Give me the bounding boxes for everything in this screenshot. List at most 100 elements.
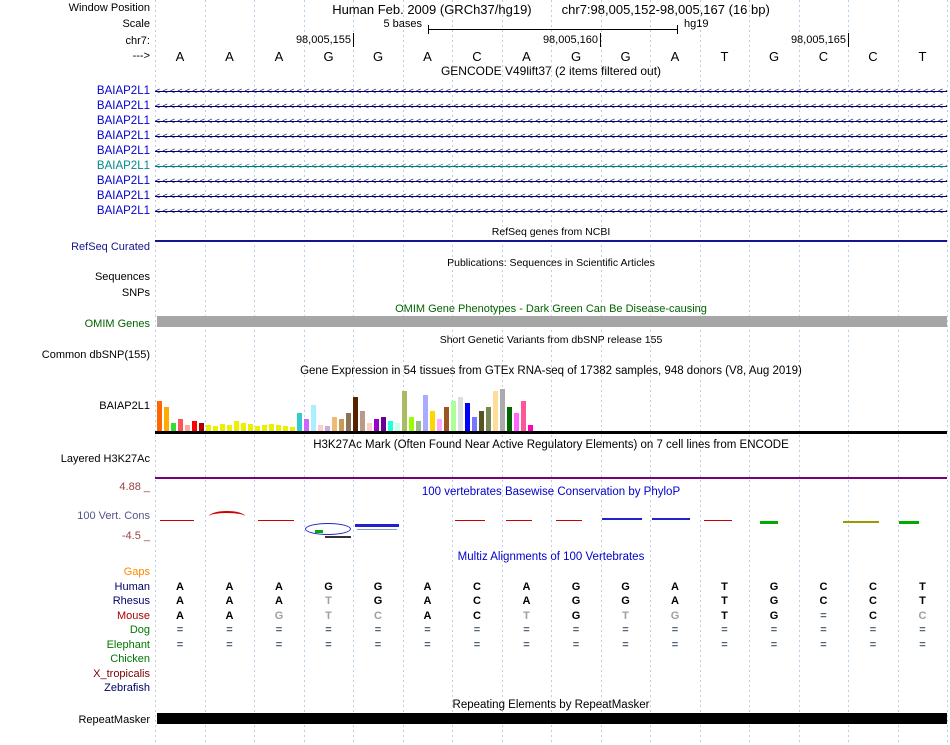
species-label-gaps[interactable]: Gaps [124, 566, 150, 578]
gene-transcript-label[interactable]: BAIAP2L1 [97, 205, 150, 217]
gene-transcript-arrows[interactable]: <<<<<<<<<<<<<<<<<<<<<<<<<<<<<<<<<<<<<<<<… [155, 145, 947, 158]
gtex-expression-bar[interactable] [521, 401, 526, 431]
gtex-expression-bar[interactable] [381, 417, 386, 431]
alignment-base: = [374, 638, 382, 651]
gtex-expression-bar[interactable] [514, 413, 519, 431]
gtex-expression-bar[interactable] [192, 421, 197, 431]
gtex-expression-bar[interactable] [451, 401, 456, 431]
gene-transcript-arrows[interactable]: <<<<<<<<<<<<<<<<<<<<<<<<<<<<<<<<<<<<<<<<… [155, 100, 947, 113]
gtex-expression-bar[interactable] [374, 419, 379, 431]
gtex-expression-bar[interactable] [248, 424, 253, 431]
gene-transcript-arrows[interactable]: <<<<<<<<<<<<<<<<<<<<<<<<<<<<<<<<<<<<<<<<… [155, 190, 947, 203]
gene-transcript-label[interactable]: BAIAP2L1 [97, 85, 150, 97]
gene-transcript-label[interactable]: BAIAP2L1 [97, 100, 150, 112]
gtex-expression-bar[interactable] [458, 397, 463, 431]
gtex-expression-bar[interactable] [157, 401, 162, 431]
gtex-expression-bar[interactable] [332, 417, 337, 431]
gene-transcript-arrows[interactable]: <<<<<<<<<<<<<<<<<<<<<<<<<<<<<<<<<<<<<<<<… [155, 205, 947, 218]
gtex-expression-bar[interactable] [507, 407, 512, 431]
conservation-mark [760, 521, 778, 524]
omim-genes-label[interactable]: OMIM Genes [85, 318, 150, 330]
conservation-label[interactable]: 100 Vert. Cons [77, 510, 150, 522]
conservation-mark [160, 520, 194, 521]
alignment-base: = [869, 638, 877, 651]
gtex-expression-bar[interactable] [311, 405, 316, 431]
species-label-x_tropicalis[interactable]: X_tropicalis [93, 668, 150, 680]
gtex-expression-bar[interactable] [423, 395, 428, 431]
gtex-expression-bar[interactable] [416, 421, 421, 431]
conservation-mark [506, 520, 532, 521]
gtex-expression-bar[interactable] [297, 413, 302, 431]
gene-transcript-arrows[interactable]: <<<<<<<<<<<<<<<<<<<<<<<<<<<<<<<<<<<<<<<<… [155, 175, 947, 188]
common-dbsnp-label[interactable]: Common dbSNP(155) [42, 349, 150, 361]
gtex-expression-bar[interactable] [269, 424, 274, 431]
gtex-expression-bar[interactable] [402, 391, 407, 431]
gtex-expression-bar[interactable] [486, 407, 491, 431]
gene-transcript-label[interactable]: BAIAP2L1 [97, 175, 150, 187]
gtex-expression-bar[interactable] [444, 407, 449, 431]
gtex-expression-bar[interactable] [437, 419, 442, 431]
gene-transcript-arrows[interactable]: <<<<<<<<<<<<<<<<<<<<<<<<<<<<<<<<<<<<<<<<… [155, 85, 947, 98]
gene-transcript-arrows[interactable]: <<<<<<<<<<<<<<<<<<<<<<<<<<<<<<<<<<<<<<<<… [155, 115, 947, 128]
gene-transcript-label[interactable]: BAIAP2L1 [97, 145, 150, 157]
gtex-expression-bar[interactable] [171, 423, 176, 431]
species-label-elephant[interactable]: Elephant [107, 639, 150, 651]
gene-transcript-label[interactable]: BAIAP2L1 [97, 160, 150, 172]
gene-transcript-label[interactable]: BAIAP2L1 [97, 130, 150, 142]
gtex-expression-bar[interactable] [472, 417, 477, 431]
sequences-label[interactable]: Sequences [95, 271, 150, 283]
omim-genes-bar[interactable] [157, 316, 947, 327]
species-label-zebrafish[interactable]: Zebrafish [104, 682, 150, 694]
h3k27ac-label[interactable]: Layered H3K27Ac [61, 453, 150, 465]
gene-transcript-label[interactable]: BAIAP2L1 [97, 190, 150, 202]
gtex-expression-bar[interactable] [220, 424, 225, 431]
alignment-base: G [571, 595, 581, 607]
repeatmasker-bar[interactable] [157, 713, 947, 724]
gtex-expression-bar[interactable] [409, 417, 414, 431]
gtex-expression-bar[interactable] [430, 411, 435, 431]
alignment-base: A [225, 580, 234, 593]
species-label-human[interactable]: Human [115, 581, 150, 593]
species-label-rhesus[interactable]: Rhesus [113, 595, 150, 607]
gtex-title: Gene Expression in 54 tissues from GTEx … [300, 365, 802, 377]
refseq-curated-track-line[interactable] [155, 240, 947, 242]
repeatmasker-label[interactable]: RepeatMasker [78, 714, 150, 726]
gtex-expression-bar[interactable] [395, 423, 400, 431]
refseq-curated-label[interactable]: RefSeq Curated [71, 241, 150, 253]
gtex-expression-bar[interactable] [388, 421, 393, 431]
gtex-gene-label[interactable]: BAIAP2L1 [99, 400, 150, 412]
gtex-expression-bar[interactable] [304, 419, 309, 431]
gtex-expression-bar[interactable] [164, 407, 169, 431]
snps-label[interactable]: SNPs [122, 287, 150, 299]
gtex-expression-bar[interactable] [493, 391, 498, 431]
gtex-expression-bar[interactable] [479, 411, 484, 431]
alignment-base: C [374, 609, 382, 622]
gtex-expression-bar[interactable] [353, 397, 358, 431]
alignment-base: T [919, 580, 926, 593]
gtex-expression-bar[interactable] [339, 419, 344, 431]
gene-transcript-arrows[interactable]: <<<<<<<<<<<<<<<<<<<<<<<<<<<<<<<<<<<<<<<<… [155, 160, 947, 173]
alignment-base: C [473, 609, 481, 622]
alignment-base: = [770, 624, 778, 636]
gtex-expression-bar[interactable] [241, 423, 246, 431]
alignment-base: A [275, 595, 283, 607]
gene-transcript-arrows[interactable]: <<<<<<<<<<<<<<<<<<<<<<<<<<<<<<<<<<<<<<<<… [155, 130, 947, 143]
gtex-expression-bar[interactable] [234, 421, 239, 431]
gtex-expression-bar[interactable] [360, 411, 365, 431]
species-label-mouse[interactable]: Mouse [117, 610, 150, 622]
gene-transcript-label[interactable]: BAIAP2L1 [97, 115, 150, 127]
base-letter: C [472, 49, 482, 64]
gtex-expression-bar[interactable] [500, 389, 505, 431]
h3k27ac-track-line[interactable] [155, 477, 947, 479]
gtex-expression-bar[interactable] [367, 423, 372, 431]
gtex-expression-bar[interactable] [178, 419, 183, 431]
species-label-dog[interactable]: Dog [130, 624, 150, 636]
gtex-expression-bar[interactable] [346, 413, 351, 431]
gtex-expression-bar[interactable] [199, 423, 204, 431]
alignment-base: = [523, 638, 530, 651]
base-letter: T [720, 49, 729, 64]
species-label-chicken[interactable]: Chicken [110, 653, 150, 665]
chrom-label: chr7: [125, 35, 150, 47]
gtex-expression-bar[interactable] [465, 403, 470, 431]
alignment-base: T [622, 609, 629, 622]
